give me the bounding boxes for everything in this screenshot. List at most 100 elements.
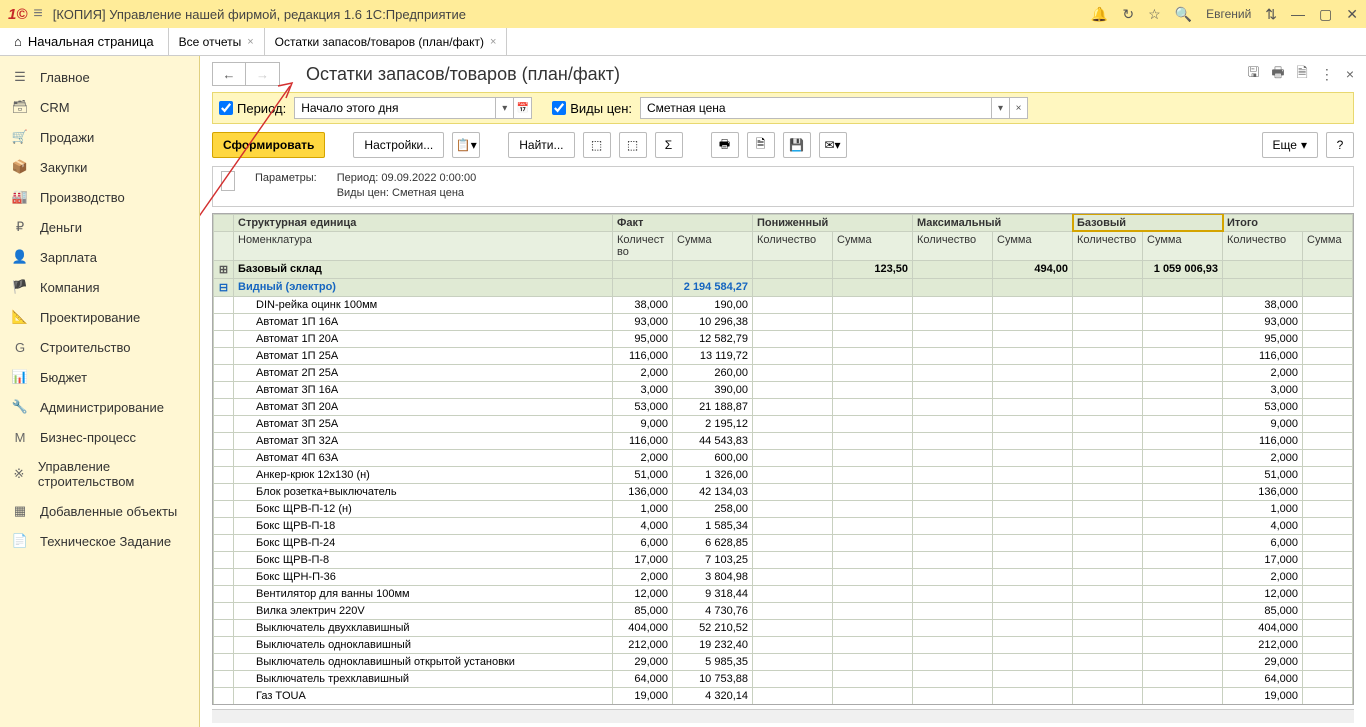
table-row[interactable]: Газ TOUA 19,000 4 320,14 19,000 [214, 687, 1353, 704]
expand-icon[interactable]: ⊞ [214, 260, 234, 278]
minimize-icon[interactable]: — [1291, 6, 1305, 22]
kebab-icon[interactable]: ⋮ [1320, 66, 1334, 83]
history-icon[interactable]: ↻ [1122, 6, 1134, 23]
sidebar-item[interactable]: 📐Проектирование [0, 302, 199, 332]
table-row[interactable]: Выключатель двухклавишный 404,000 52 210… [214, 619, 1353, 636]
sidebar-item[interactable]: 👤Зарплата [0, 242, 199, 272]
col-nomen[interactable]: Номенклатура [234, 231, 613, 260]
table-row[interactable]: Автомат 3П 16А 3,000 390,00 3,000 [214, 381, 1353, 398]
col-lowered[interactable]: Пониженный [753, 214, 913, 231]
tab-all-reports[interactable]: Все отчеты × [169, 28, 265, 55]
prices-input[interactable] [641, 101, 991, 115]
collapse-button[interactable]: ⬚ [619, 132, 647, 158]
table-row[interactable]: Бокс ЩРВ-П-18 4,000 1 585,34 4,000 [214, 517, 1353, 534]
save-icon[interactable]: 🖫 [1247, 62, 1259, 86]
star-icon[interactable]: ☆ [1148, 6, 1161, 23]
preview-icon[interactable]: 🗎 [1297, 62, 1308, 86]
table-row[interactable]: Автомат 3П 32А 116,000 44 543,83 116,000 [214, 432, 1353, 449]
col-fact[interactable]: Факт [613, 214, 753, 231]
hamburger-icon[interactable]: ≡ [33, 5, 42, 23]
expand-button[interactable]: ⬚ [583, 132, 611, 158]
prices-combo[interactable]: ▾ × [640, 97, 1028, 119]
table-row[interactable]: Бокс ЩРВ-П-12 (н) 1,000 258,00 1,000 [214, 500, 1353, 517]
close-icon[interactable]: ✕ [1346, 6, 1358, 23]
table-row[interactable]: Анкер-крюк 12х130 (н) 51,000 1 326,00 51… [214, 466, 1353, 483]
filter-icon[interactable]: ⇅ [1265, 6, 1277, 23]
period-combo[interactable]: ▾ 📅 [294, 97, 532, 119]
sidebar-item[interactable]: 🏭Производство [0, 182, 199, 212]
clear-icon[interactable]: × [1009, 98, 1027, 118]
help-button[interactable]: ? [1326, 132, 1354, 158]
find-button[interactable]: Найти... [508, 132, 574, 158]
prices-checkbox[interactable] [552, 101, 566, 115]
sidebar-item[interactable]: ₽Деньги [0, 212, 199, 242]
period-checkbox[interactable] [219, 101, 233, 115]
tab-close-icon[interactable]: × [490, 36, 496, 48]
search-icon[interactable]: 🔍 [1175, 6, 1192, 23]
table-row[interactable]: Автомат 1П 16А 93,000 10 296,38 93,000 [214, 313, 1353, 330]
col-total[interactable]: Итого [1223, 214, 1353, 231]
table-row[interactable]: Автомат 3П 20А 53,000 21 188,87 53,000 [214, 398, 1353, 415]
tab-close-icon[interactable]: × [247, 36, 253, 48]
table-row[interactable]: Выключатель трехклавишный 64,000 10 753,… [214, 670, 1353, 687]
calendar-icon[interactable]: 📅 [513, 98, 531, 118]
sidebar-item[interactable]: 🗃CRM [0, 92, 199, 122]
params-handle[interactable] [221, 171, 235, 191]
prices-check[interactable]: Виды цен: [552, 101, 632, 116]
sidebar-item[interactable]: ☰Главное [0, 62, 199, 92]
tab-stock-report[interactable]: Остатки запасов/товаров (план/факт) × [265, 28, 508, 55]
sum-button[interactable]: Σ [655, 132, 683, 158]
horizontal-scrollbar[interactable] [212, 709, 1354, 723]
dropdown-icon[interactable]: ▾ [991, 98, 1009, 118]
sidebar-item[interactable]: MБизнес-процесс [0, 422, 199, 452]
preview-button[interactable]: 🗎 [747, 132, 775, 158]
sidebar-item[interactable]: 📦Закупки [0, 152, 199, 182]
table-row[interactable]: Автомат 3П 25А 9,000 2 195,12 9,000 [214, 415, 1353, 432]
sidebar-item[interactable]: 📊Бюджет [0, 362, 199, 392]
period-input[interactable] [295, 101, 495, 115]
col-struct[interactable]: Структурная единица [234, 214, 613, 231]
variants-button[interactable]: 📋▾ [452, 132, 480, 158]
table-row[interactable]: Бокс ЩРВ-П-8 17,000 7 103,25 17,000 [214, 551, 1353, 568]
table-row[interactable]: Автомат 2П 25А 2,000 260,00 2,000 [214, 364, 1353, 381]
generate-button[interactable]: Сформировать [212, 132, 325, 158]
sidebar-item[interactable]: 🛒Продажи [0, 122, 199, 152]
more-button[interactable]: Еще ▾ [1262, 132, 1318, 158]
mail-button[interactable]: ✉▾ [819, 132, 847, 158]
table-row[interactable]: Вентилятор для ванны 100мм 12,000 9 318,… [214, 585, 1353, 602]
bell-icon[interactable]: 🔔 [1091, 6, 1108, 23]
save-button[interactable]: 💾 [783, 132, 811, 158]
forward-button[interactable]: → [246, 62, 280, 86]
table-row[interactable]: Выключатель одноклавишный открытой устан… [214, 653, 1353, 670]
table-row[interactable]: Бокс ЩРН-П-36 2,000 3 804,98 2,000 [214, 568, 1353, 585]
print-icon[interactable]: 🖶 [1271, 62, 1284, 86]
collapse-icon[interactable]: ⊟ [214, 278, 234, 296]
sidebar-item[interactable]: ※Управление строительством [0, 452, 199, 496]
table-row[interactable]: Автомат 4П 63А 2,000 600,00 2,000 [214, 449, 1353, 466]
warehouse-row[interactable]: ⊞ Базовый склад 123,50 494,00 1 059 006,… [214, 260, 1353, 278]
table-row[interactable]: DIN-рейка оцинк 100мм 38,000 190,00 38,0… [214, 296, 1353, 313]
dropdown-icon[interactable]: ▾ [495, 98, 513, 118]
close-panel-icon[interactable]: × [1346, 66, 1354, 82]
col-base[interactable]: Базовый [1073, 214, 1223, 231]
sidebar-item[interactable]: ▦Добавленные объекты [0, 496, 199, 526]
print-button[interactable]: 🖶 [711, 132, 739, 158]
period-check[interactable]: Период: [219, 101, 286, 116]
report-table-wrap[interactable]: Структурная единица Факт Пониженный Макс… [212, 213, 1354, 705]
sidebar-item[interactable]: 🏴Компания [0, 272, 199, 302]
table-row[interactable]: Автомат 1П 20А 95,000 12 582,79 95,000 [214, 330, 1353, 347]
sidebar-item[interactable]: 📄Техническое Задание [0, 526, 199, 556]
table-row[interactable]: Автомат 1П 25А 116,000 13 119,72 116,000 [214, 347, 1353, 364]
user-label[interactable]: Евгений [1206, 7, 1251, 21]
table-row[interactable]: Блок розетка+выключатель 136,000 42 134,… [214, 483, 1353, 500]
table-row[interactable]: Выключатель одноклавишный 212,000 19 232… [214, 636, 1353, 653]
table-row[interactable]: Бокс ЩРВ-П-24 6,000 6 628,85 6,000 [214, 534, 1353, 551]
category-row[interactable]: ⊟ Видный (электро) 2 194 584,27 [214, 278, 1353, 296]
settings-button[interactable]: Настройки... [353, 132, 444, 158]
table-row[interactable]: Вилка электрич 220V 85,000 4 730,76 85,0… [214, 602, 1353, 619]
sidebar-item[interactable]: 🔧Администрирование [0, 392, 199, 422]
maximize-icon[interactable]: ▢ [1319, 6, 1332, 23]
col-max[interactable]: Максимальный [913, 214, 1073, 231]
back-button[interactable]: ← [212, 62, 246, 86]
sidebar-item[interactable]: GСтроительство [0, 332, 199, 362]
